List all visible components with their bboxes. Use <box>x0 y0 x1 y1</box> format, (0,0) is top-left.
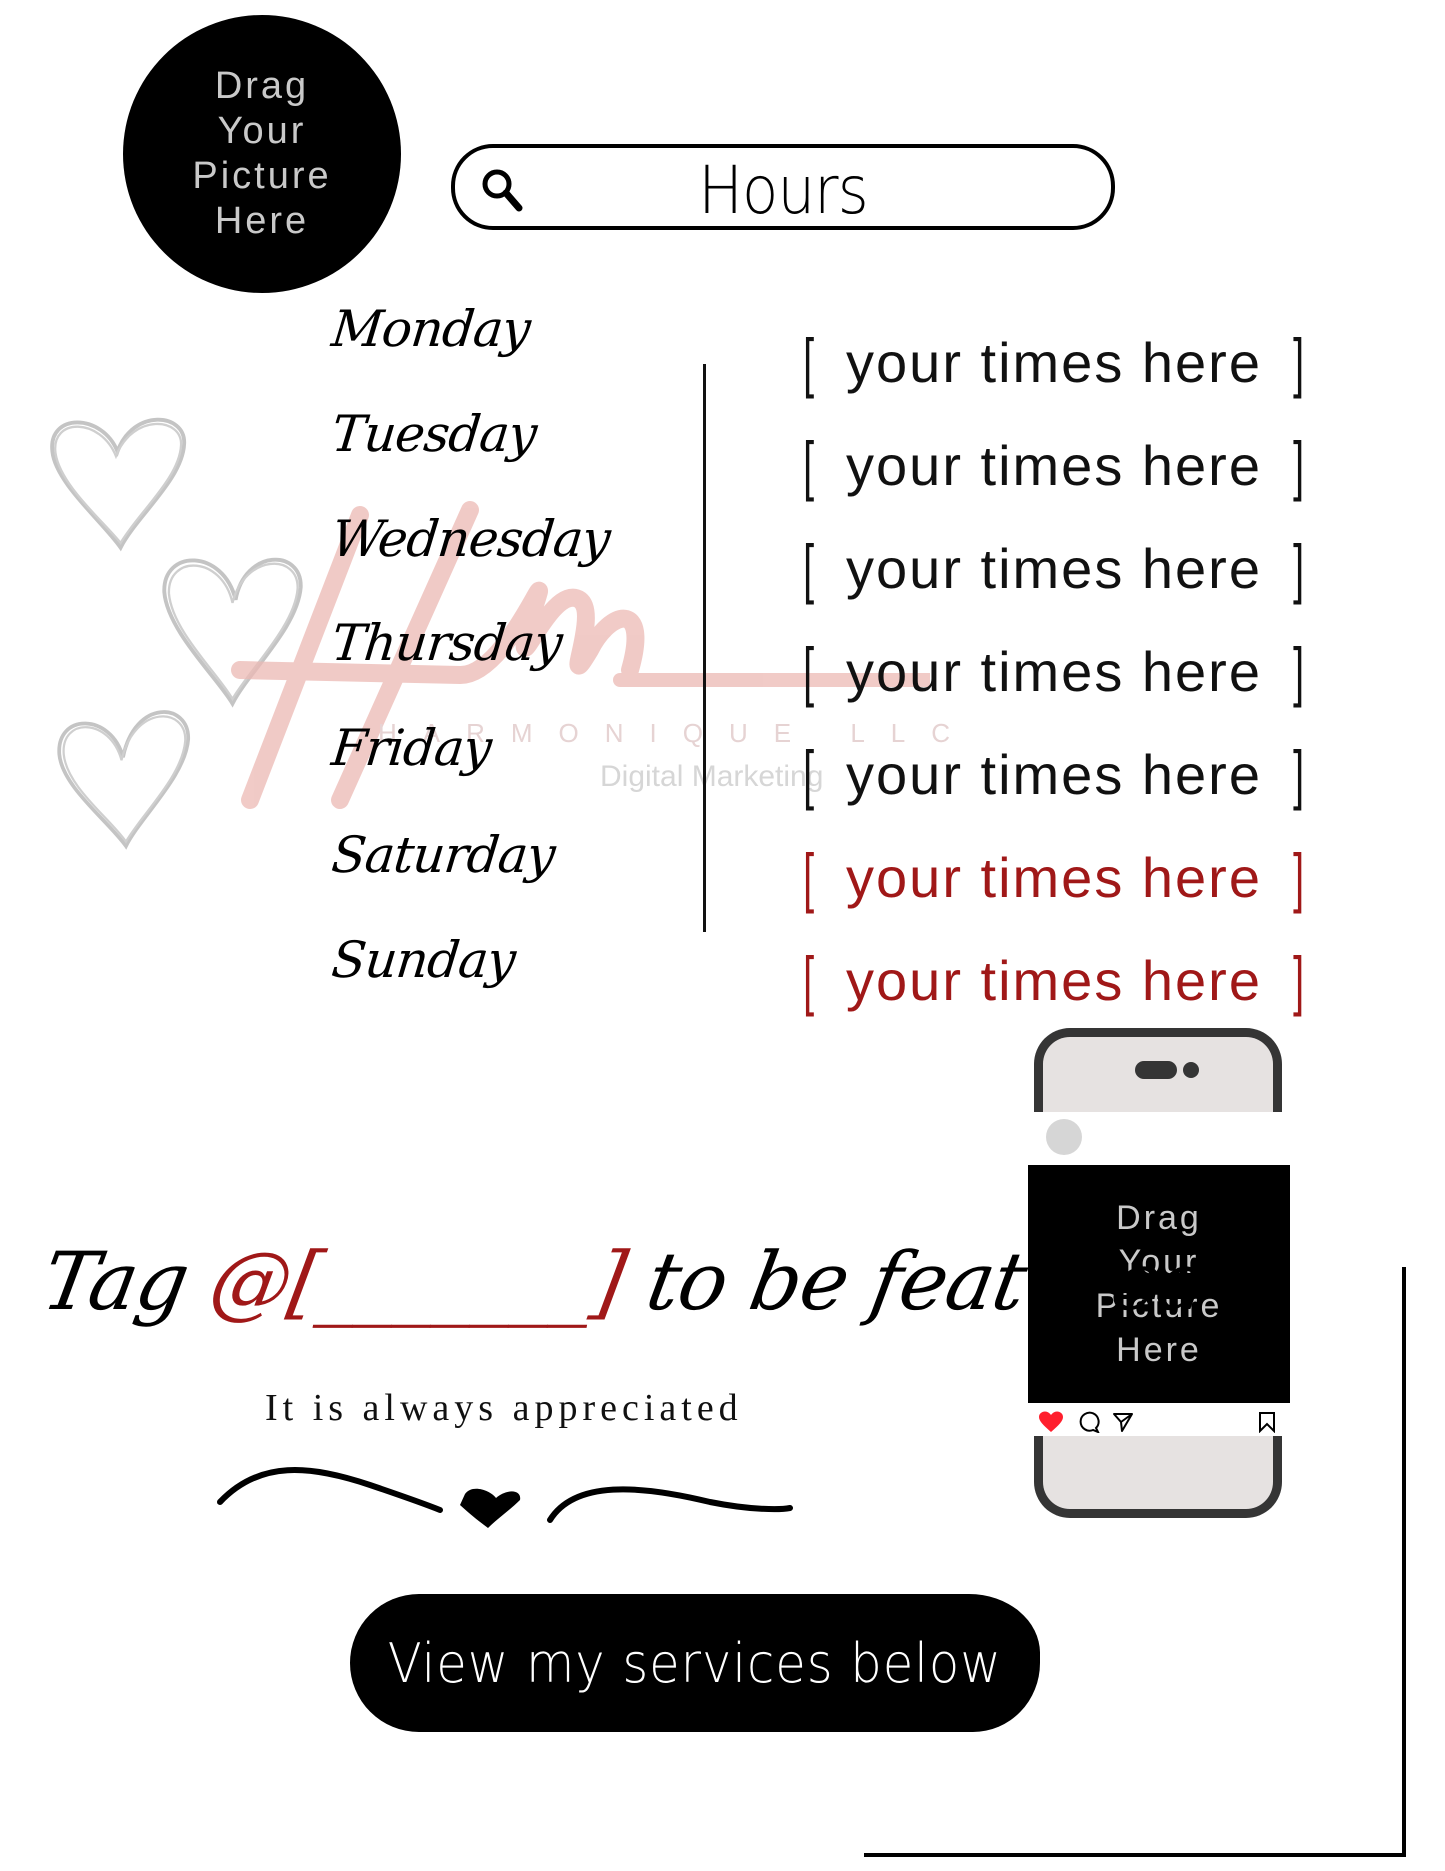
phone-frame-bottom <box>1034 1436 1282 1518</box>
day-label: Tuesday <box>328 405 539 463</box>
outline-heart-icon <box>162 557 303 708</box>
heart-icon[interactable] <box>1038 1411 1064 1433</box>
bracket-open: [ <box>803 737 816 811</box>
bracket-close: ] <box>1292 428 1305 502</box>
time-slot-wednesday[interactable]: [ your times here ] <box>799 530 1309 606</box>
day-label: Monday <box>328 300 533 358</box>
bracket-open: [ <box>803 531 816 605</box>
flourish-divider <box>217 1467 793 1528</box>
time-value: your times here <box>846 433 1262 497</box>
day-label: Friday <box>328 719 494 777</box>
profile-placeholder-text: Drag Your Picture Here <box>192 65 332 242</box>
day-label: Saturday <box>328 826 558 884</box>
time-value: your times here <box>846 536 1262 600</box>
tag-prefix: Tag <box>35 1235 220 1328</box>
day-label: Sunday <box>328 931 518 989</box>
view-services-label: View my services below <box>387 1631 1003 1695</box>
bracket-close: ] <box>1292 737 1305 811</box>
phone-camera <box>1183 1062 1199 1078</box>
time-slot-friday[interactable]: [ your times here ] <box>799 736 1309 812</box>
appreciation-subtitle: It is always appreciated <box>265 1387 743 1429</box>
bracket-open: [ <box>803 325 816 399</box>
day-label: Thursday <box>328 614 565 672</box>
tag-suffix: to be featured <box>615 1235 1218 1328</box>
column-divider <box>703 364 706 932</box>
hours-search-bar[interactable]: Hours <box>451 144 1115 230</box>
avatar <box>1046 1119 1082 1155</box>
time-value: your times here <box>846 948 1262 1012</box>
bracket-close: ] <box>1292 531 1305 605</box>
time-slot-monday[interactable]: [ your times here ] <box>799 324 1309 400</box>
profile-picture-dropzone[interactable]: Drag Your Picture Here <box>123 15 401 293</box>
hours-title: Hours <box>698 152 868 229</box>
bracket-close: ] <box>1292 943 1305 1017</box>
bracket-open: [ <box>803 634 816 708</box>
day-label: Wednesday <box>328 510 613 568</box>
outline-heart-icon <box>57 710 191 850</box>
watermark-tagline: Digital Marketing <box>600 760 824 793</box>
time-value: your times here <box>846 845 1262 909</box>
share-icon[interactable] <box>1112 1411 1134 1433</box>
bracket-close: ] <box>1292 634 1305 708</box>
bracket-open: [ <box>803 428 816 502</box>
time-value: your times here <box>846 639 1262 703</box>
time-slot-tuesday[interactable]: [ your times here ] <box>799 427 1309 503</box>
comment-icon[interactable] <box>1078 1411 1100 1433</box>
frame-border-right <box>1402 1267 1406 1857</box>
time-value: your times here <box>846 742 1262 806</box>
outline-heart-icon <box>50 417 187 552</box>
frame-border-bottom <box>864 1853 1406 1857</box>
time-slot-sunday[interactable]: [ your times here ] <box>799 942 1309 1018</box>
bracket-close: ] <box>1292 840 1305 914</box>
bookmark-icon[interactable] <box>1258 1411 1276 1433</box>
tag-handle[interactable]: @[_______] <box>203 1235 632 1328</box>
phone-frame-top <box>1034 1028 1282 1112</box>
bracket-close: ] <box>1292 325 1305 399</box>
time-slot-thursday[interactable]: [ your times here ] <box>799 633 1309 709</box>
phone-notch <box>1135 1061 1177 1079</box>
post-actions <box>1028 1403 1290 1436</box>
view-services-button[interactable]: View my services below <box>350 1594 1040 1732</box>
time-value: your times here <box>846 330 1262 394</box>
small-heart-icon <box>460 1488 521 1528</box>
bracket-open: [ <box>803 840 816 914</box>
tag-heading: Tag @[_______] to be featured <box>36 1235 1218 1328</box>
bracket-open: [ <box>803 943 816 1017</box>
time-slot-saturday[interactable]: [ your times here ] <box>799 839 1309 915</box>
